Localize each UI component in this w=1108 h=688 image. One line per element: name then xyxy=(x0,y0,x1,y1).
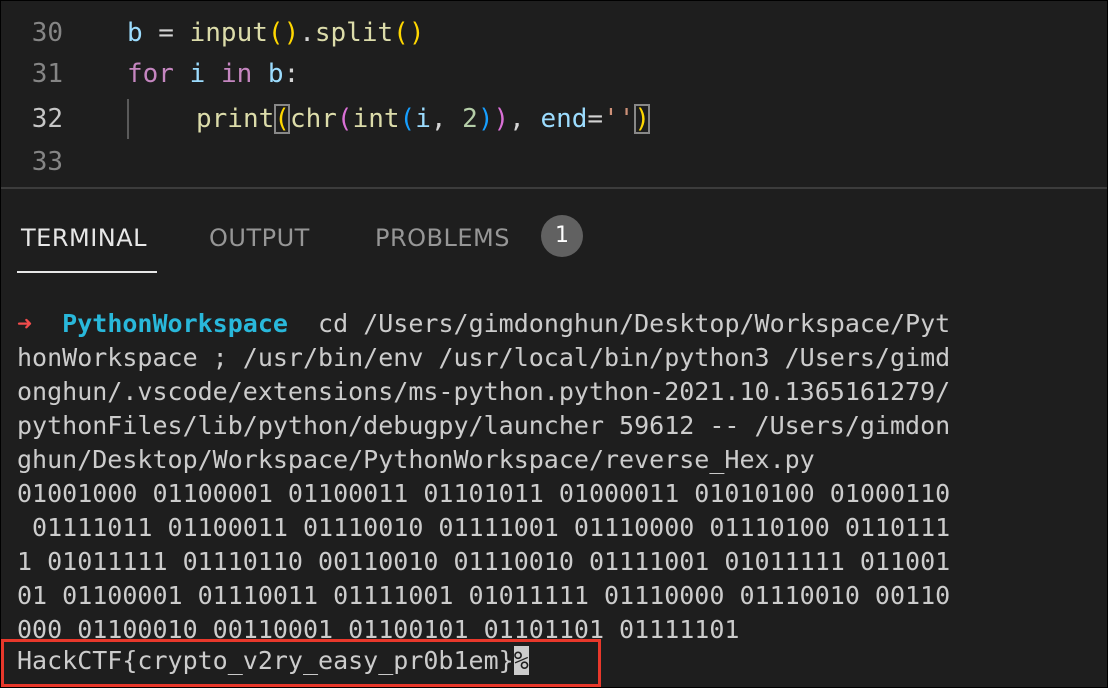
terminal-line: 01111011 01100011 01110010 01111001 0111… xyxy=(17,513,951,542)
line-number: 31 xyxy=(31,59,63,89)
vscode-window: 30 b = input().split() 31 for i in b: 32… xyxy=(0,0,1108,688)
line-number: 33 xyxy=(31,147,63,177)
code-line-31[interactable]: 31 for i in b: xyxy=(1,54,1107,94)
terminal-line: 01001000 01100001 01100011 01101011 0100… xyxy=(17,479,951,508)
terminal-cursor: % xyxy=(513,646,529,675)
bracket-match-close: ) xyxy=(634,104,651,134)
code-editor[interactable]: 30 b = input().split() 31 for i in b: 32… xyxy=(1,1,1107,187)
terminal-line: 1 01011111 01110110 00110010 01110010 01… xyxy=(17,547,951,576)
code-text: b = input().split() xyxy=(127,18,425,48)
panel-tabs: TERMINAL OUTPUT PROBLEMS 1 xyxy=(1,197,1107,277)
code-line-30[interactable]: 30 b = input().split() xyxy=(1,13,1107,53)
code-text: for i in b: xyxy=(127,59,300,89)
problems-count-badge: 1 xyxy=(541,215,583,257)
terminal-line: ghun/Desktop/Workspace/PythonWorkspace/r… xyxy=(17,445,815,474)
prompt-arrow-icon: ➜ xyxy=(17,309,33,338)
code-line-32[interactable]: 32 print(chr(int(i, 2)), end='') xyxy=(1,99,1107,139)
flag-output-line: HackCTF{crypto_v2ry_easy_pr0b1em}% xyxy=(17,644,529,678)
prompt-directory: PythonWorkspace xyxy=(62,309,288,338)
tab-problems[interactable]: PROBLEMS xyxy=(375,223,510,253)
flag-text: HackCTF{crypto_v2ry_easy_pr0b1em} xyxy=(17,646,514,675)
code-line-33[interactable]: 33 xyxy=(1,142,1107,182)
active-tab-indicator xyxy=(17,271,157,273)
line-number: 30 xyxy=(31,18,63,48)
code-text: print(chr(int(i, 2)), end='') xyxy=(196,104,651,134)
line-number: 32 xyxy=(31,104,63,134)
terminal-line: onghun/.vscode/extensions/ms-python.pyth… xyxy=(17,377,951,406)
bracket-match-open: ( xyxy=(274,104,290,134)
terminal-line: ➜ PythonWorkspace cd /Users/gimdonghun/D… xyxy=(17,309,951,338)
terminal-line: pythonFiles/lib/python/debugpy/launcher … xyxy=(17,411,951,440)
terminal-line: 01 01100001 01110011 01111001 01011111 0… xyxy=(17,581,951,610)
terminal-line: honWorkspace ; /usr/bin/env /usr/local/b… xyxy=(17,343,951,372)
tab-terminal[interactable]: TERMINAL xyxy=(21,223,147,253)
panel-divider[interactable] xyxy=(1,187,1107,189)
terminal-output[interactable]: ➜ PythonWorkspace cd /Users/gimdonghun/D… xyxy=(17,307,1077,647)
tab-output[interactable]: OUTPUT xyxy=(209,223,310,253)
